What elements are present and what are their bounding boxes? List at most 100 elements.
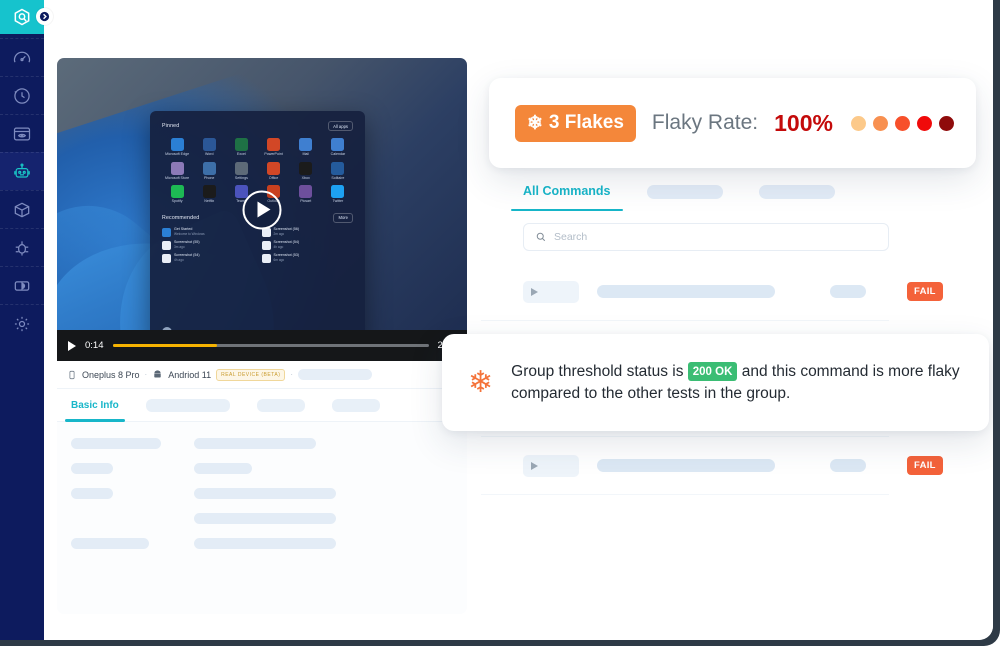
command-row[interactable]: FAIL (481, 263, 943, 321)
app-label: Netflix (204, 199, 215, 204)
file-icon (261, 240, 271, 250)
commands-tabs: All Commands (481, 165, 889, 211)
recommended-item[interactable]: Screenshot (53) 6m ago (261, 253, 354, 263)
expand-button[interactable] (523, 454, 579, 477)
skeleton-bar (194, 488, 336, 499)
all-apps-button[interactable]: All apps (328, 121, 353, 131)
pinned-app[interactable]: Calendar (323, 138, 353, 157)
phone-icon (69, 370, 75, 379)
pinned-app[interactable]: Twitter (323, 185, 353, 204)
video-controls: 0:14 2:25 (57, 330, 467, 361)
play-button[interactable] (68, 340, 76, 351)
page-content: Pinned All apps Microsoft Edge Word Excel P… (44, 0, 993, 640)
chevron-right-icon (39, 11, 50, 22)
sidebar-item-automation[interactable] (0, 152, 44, 190)
speedometer-icon (13, 51, 31, 62)
flaky-dots (850, 115, 954, 131)
pinned-app[interactable]: Microsoft Store (162, 161, 192, 181)
gear-icon (14, 316, 30, 331)
command-row[interactable]: FAIL (481, 437, 943, 495)
app-label: PowerPoint (264, 152, 283, 156)
pinned-app[interactable]: Microsoft Edge (162, 138, 192, 157)
robot-icon (14, 162, 30, 178)
search-input[interactable]: Search (523, 223, 889, 251)
meta-skeleton (298, 369, 373, 380)
more-button[interactable]: More (333, 212, 353, 223)
status-badge: FAIL (907, 282, 943, 301)
app-label: Twitter (332, 199, 344, 204)
pinned-app[interactable]: Netflix (194, 185, 224, 204)
sidebar-toggle-button[interactable] (36, 8, 53, 25)
recommended-item[interactable]: Screenshot (56) 2m ago (261, 228, 354, 237)
recommended-subtitle: 2m ago (273, 231, 285, 236)
flaky-tooltip-card: ❄ Group threshold status is 200 OK and t… (442, 334, 989, 431)
skeleton-bar (71, 438, 161, 449)
app-icon (170, 185, 184, 199)
real-device-badge: REAL DEVICE (BETA) (216, 368, 286, 381)
pinned-app[interactable]: Excel (226, 138, 256, 157)
recommended-list: Get Started Welcome to Windows Screenshot … (162, 228, 353, 263)
video-player[interactable]: Pinned All apps Microsoft Edge Word Excel P… (57, 58, 467, 361)
sidebar-item-builds[interactable] (0, 190, 44, 228)
flaky-dot (938, 115, 954, 131)
sidebar-item-compare[interactable] (0, 266, 44, 304)
tab-skeleton[interactable] (145, 398, 230, 412)
status-badge: FAIL (907, 456, 943, 475)
app-icon (267, 138, 281, 151)
app-icon (331, 161, 345, 175)
sidebar-item-history[interactable] (0, 76, 44, 114)
start-menu-pinned-header: Pinned All apps (162, 121, 353, 131)
flakes-badge: ❄ 3 Flakes (515, 104, 636, 142)
pinned-app[interactable]: Word (194, 138, 224, 157)
command-name-skeleton (597, 285, 775, 298)
app-label: Solitaire (331, 175, 345, 180)
tooltip-text: Group threshold status is 200 OK and thi… (511, 361, 963, 405)
tab-skeleton[interactable] (256, 398, 305, 412)
sidebar-item-sessions[interactable] (0, 114, 44, 152)
tab-skeleton[interactable] (646, 185, 723, 199)
sidebar (0, 0, 53, 640)
skeleton-bar (194, 438, 316, 449)
app-label: Word (204, 152, 214, 156)
recommended-item[interactable]: Get Started Welcome to Windows (162, 228, 254, 237)
flakes-count-label: 3 Flakes (548, 112, 624, 133)
tab-skeleton[interactable] (758, 185, 835, 199)
snowflake-icon: ❄ (527, 112, 543, 134)
tab-all-commands[interactable]: All Commands (511, 184, 622, 211)
skeleton-bar (194, 513, 336, 524)
pinned-app[interactable]: Xbox (291, 161, 321, 181)
pinned-app[interactable]: Settings (226, 161, 256, 181)
app-icon (331, 185, 345, 199)
meta-separator: · (144, 370, 148, 379)
recommended-item[interactable]: Screenshot (54) 4h ago (162, 254, 254, 263)
app-icon (234, 161, 248, 175)
file-icon (261, 253, 271, 263)
app-label: Office (268, 175, 279, 180)
pinned-app[interactable]: Picsart (291, 185, 321, 204)
sidebar-item-settings[interactable] (0, 304, 44, 342)
expand-button[interactable] (523, 280, 579, 303)
recommended-subtitle: 6m ago (273, 257, 285, 262)
recommended-subtitle: 4h ago (174, 257, 184, 262)
snowflake-icon: ❄ (468, 365, 494, 399)
recommended-item[interactable]: Screenshot (54) 4h ago (261, 240, 354, 250)
video-play-overlay-button[interactable] (242, 190, 282, 229)
pinned-app[interactable]: Office (258, 161, 288, 181)
device-os: Andriod 11 (168, 369, 212, 380)
pinned-app[interactable]: Phone (194, 161, 224, 181)
tab-basic-info[interactable]: Basic Info (65, 389, 125, 422)
play-icon (531, 287, 538, 296)
tab-skeleton[interactable] (331, 398, 380, 412)
sidebar-item-bugs[interactable] (0, 228, 44, 266)
pinned-app[interactable]: Mail (291, 138, 321, 157)
video-scrubber[interactable] (112, 344, 429, 347)
recommended-item[interactable]: Screenshot (55) 3m ago (162, 241, 254, 250)
pinned-label: Pinned (162, 123, 180, 129)
sidebar-item-dashboard[interactable] (0, 38, 44, 76)
clock-rewind-icon (14, 87, 30, 104)
pinned-app[interactable]: Solitaire (323, 161, 353, 181)
pinned-app[interactable]: Spotify (162, 185, 192, 204)
recommended-subtitle: 4h ago (273, 244, 284, 249)
app-label: Calendar (330, 152, 346, 156)
pinned-app[interactable]: PowerPoint (258, 138, 288, 157)
